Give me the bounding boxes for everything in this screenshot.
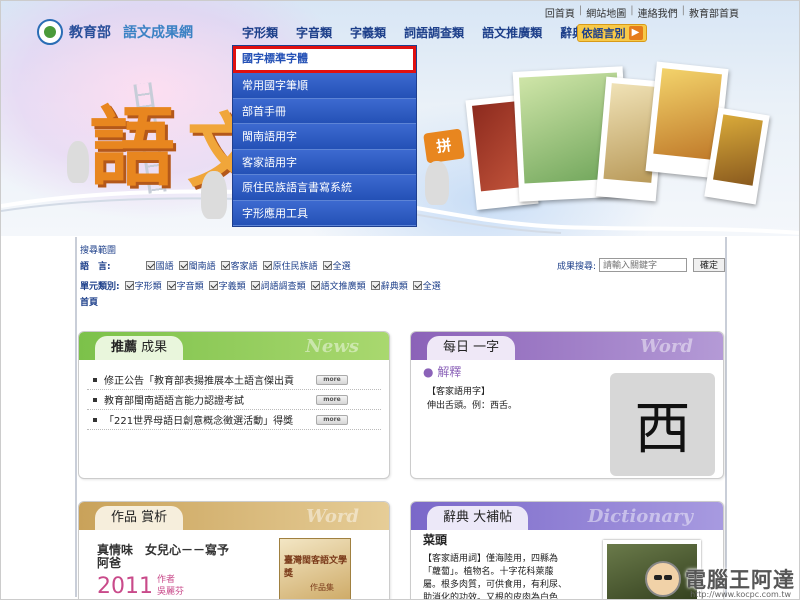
banner-char-yu: 語	[89, 97, 175, 198]
breadcrumb-home[interactable]: 首頁	[80, 295, 98, 308]
watermark-url: http://www.kocpc.com.tw	[690, 590, 791, 599]
search-input[interactable]	[599, 258, 688, 272]
search-scope-title: 搜尋範圍	[80, 246, 117, 256]
search-submit-button[interactable]: 確定	[693, 258, 726, 272]
nav-glyph-form[interactable]: 字形類	[233, 23, 287, 43]
checkbox-unit-dictionary[interactable]: 辭典類	[370, 279, 408, 292]
language-label: 語 言:	[80, 262, 111, 272]
list-item[interactable]: 教育部閩南語語言能力認證考試 more	[87, 390, 381, 410]
more-button[interactable]: more	[316, 414, 348, 425]
top-links: 回首頁 | 網站地圖 | 連絡我們 | 教育部首頁	[544, 5, 739, 20]
checkbox-unit-meaning[interactable]: 字義類	[208, 279, 246, 292]
menu-item-indigenous-writing[interactable]: 原住民族語言書寫系統	[233, 175, 416, 201]
bullet-icon	[93, 397, 97, 402]
recommend-panel-header: 推薦 成果 News	[79, 332, 389, 360]
dictionary-line: 助消化的功效。又根的皮肉為白色	[423, 593, 559, 600]
checkbox-hakka[interactable]: 客家語	[220, 259, 258, 272]
book-subtitle: 作品集	[310, 583, 334, 592]
nav-vocabulary-survey[interactable]: 詞語調查類	[395, 23, 473, 43]
definition-text: 伸出舌頭。例：西舌。	[427, 401, 518, 411]
daily-bg-word: Word	[640, 336, 693, 357]
person-figure	[425, 161, 449, 205]
nav-meaning[interactable]: 字義類	[341, 23, 395, 43]
breadcrumb: 首頁	[80, 295, 98, 308]
dictionary-term[interactable]: 菜頭	[423, 534, 447, 547]
dot-icon: ●	[423, 365, 434, 379]
menu-item-hakka-chars[interactable]: 客家語用字	[233, 149, 416, 175]
person-figure	[67, 141, 89, 183]
definition-heading: ● 解釋	[423, 365, 462, 379]
menu-item-glyph-tools[interactable]: 字形應用工具	[233, 200, 416, 226]
daily-character[interactable]: 西	[610, 373, 715, 476]
nav-pronunciation[interactable]: 字音類	[287, 23, 341, 43]
menu-item-minnan-chars[interactable]: 閩南語用字	[233, 124, 416, 150]
dictionary-line: 「蘿蔔」。植物名。十字花科萊菔	[423, 567, 554, 577]
menu-item-stroke-order[interactable]: 常用國字筆順	[233, 73, 416, 99]
page: 教育部 語文成果網 回首頁 | 網站地圖 | 連絡我們 | 教育部首頁 字形類 …	[0, 0, 800, 600]
checkbox-indigenous[interactable]: 原住民族語	[262, 259, 318, 272]
checkbox-unit-all[interactable]: 全選	[412, 279, 441, 292]
works-book-cover[interactable]: 臺灣閩客語文學獎 作品集	[279, 538, 351, 599]
list-item[interactable]: 修正公告「教育部表揚推展本土語言傑出貢 more	[87, 370, 381, 390]
by-language-button[interactable]: 依語言別 ▶	[577, 24, 647, 42]
dictionary-line: 【客家語用詞】僅海陸用，四縣為	[423, 554, 559, 564]
unit-label: 單元類別:	[80, 282, 120, 292]
daily-word-panel: 每日 一字 Word ● 解釋 【客家語用字】 伸出舌頭。例：西舌。 西	[410, 331, 724, 479]
result-search: 成果搜尋: 確定	[557, 258, 726, 272]
top-link-sitemap[interactable]: 網站地圖	[586, 5, 626, 20]
recommend-panel-title: 推薦 成果	[95, 336, 184, 360]
daily-panel-header: 每日 一字 Word	[411, 332, 723, 360]
works-panel-title: 作品 賞析	[95, 506, 184, 530]
checkbox-mandarin[interactable]: 國語	[145, 259, 174, 272]
menu-item-standard-glyphs[interactable]: 國字標準字體	[233, 46, 416, 73]
glyph-form-dropdown: 國字標準字體 常用國字筆順 部首手冊 閩南語用字 客家語用字 原住民族語言書寫系…	[232, 45, 417, 227]
list-item[interactable]: 「221世界母語日創意概念徵選活動」得獎 more	[87, 410, 381, 430]
works-panel: 作品 賞析 Word 真情味 女兒心－－寫予 阿爸 2011 作者 吳麗芬 臺灣…	[78, 501, 390, 599]
checkbox-unit-promotion[interactable]: 語文推廣類	[310, 279, 366, 292]
dictionary-panel-title: 辭典 大補帖	[427, 506, 529, 530]
mascot-face-icon	[645, 561, 681, 597]
checkbox-unit-pronunciation[interactable]: 字音類	[166, 279, 204, 292]
checkbox-unit-survey[interactable]: 詞語調查類	[250, 279, 306, 292]
site-logo[interactable]: 教育部 語文成果網	[37, 19, 193, 45]
more-button[interactable]: more	[316, 394, 348, 405]
moe-seal-icon	[37, 19, 63, 45]
definition-source: 【客家語用字】	[427, 387, 491, 397]
language-filter-row: 語 言: 國語 閩南語 客家語 原住民族語 全選	[80, 259, 351, 272]
bullet-icon	[93, 417, 97, 422]
query-label: 成果搜尋:	[557, 261, 597, 272]
arrow-right-icon: ▶	[628, 26, 643, 40]
top-link-contact[interactable]: 連絡我們	[638, 5, 678, 20]
menu-item-radical-handbook[interactable]: 部首手冊	[233, 98, 416, 124]
works-year: 2011	[97, 574, 153, 599]
logo-ministry: 教育部	[69, 25, 111, 41]
recommend-panel: 推薦 成果 News 修正公告「教育部表揚推展本土語言傑出貢 more 教育部閩…	[78, 331, 390, 479]
works-headline-2[interactable]: 阿爸	[97, 557, 121, 570]
nav-language-promotion[interactable]: 語文推廣類	[473, 23, 551, 43]
dictionary-line: 屬。根多肉質，可供食用，有利尿、	[423, 580, 568, 590]
recommend-list: 修正公告「教育部表揚推展本土語言傑出貢 more 教育部閩南語語言能力認證考試 …	[87, 370, 381, 430]
works-author: 吳麗芬	[157, 587, 185, 597]
daily-panel-title: 每日 一字	[427, 336, 516, 360]
works-panel-header: 作品 賞析 Word	[79, 502, 389, 530]
main-nav: 字形類 字音類 字義類 詞語調查類 語文推廣類 辭典類	[233, 23, 605, 43]
person-figure	[201, 171, 227, 219]
recommend-bg-word: News	[305, 336, 359, 357]
bullet-icon	[93, 377, 97, 382]
dictionary-bg-word: Dictionary	[587, 506, 693, 527]
more-button[interactable]: more	[316, 374, 348, 385]
checkbox-minnan[interactable]: 閩南語	[178, 259, 216, 272]
top-link-home[interactable]: 回首頁	[545, 5, 575, 20]
banner-sign: 拼	[423, 128, 465, 164]
works-bg-word: Word	[306, 506, 359, 527]
logo-site-name: 語文成果網	[123, 25, 193, 41]
dictionary-panel-header: 辭典 大補帖 Dictionary	[411, 502, 723, 530]
unit-filter-row: 單元類別: 字形類 字音類 字義類 詞語調查類 語文推廣類 辭典類 全選	[80, 279, 441, 292]
top-link-moe-home[interactable]: 教育部首頁	[689, 5, 739, 20]
checkbox-unit-glyph[interactable]: 字形類	[124, 279, 162, 292]
checkbox-lang-all[interactable]: 全選	[322, 259, 351, 272]
book-title: 臺灣閩客語文學獎	[284, 556, 348, 579]
